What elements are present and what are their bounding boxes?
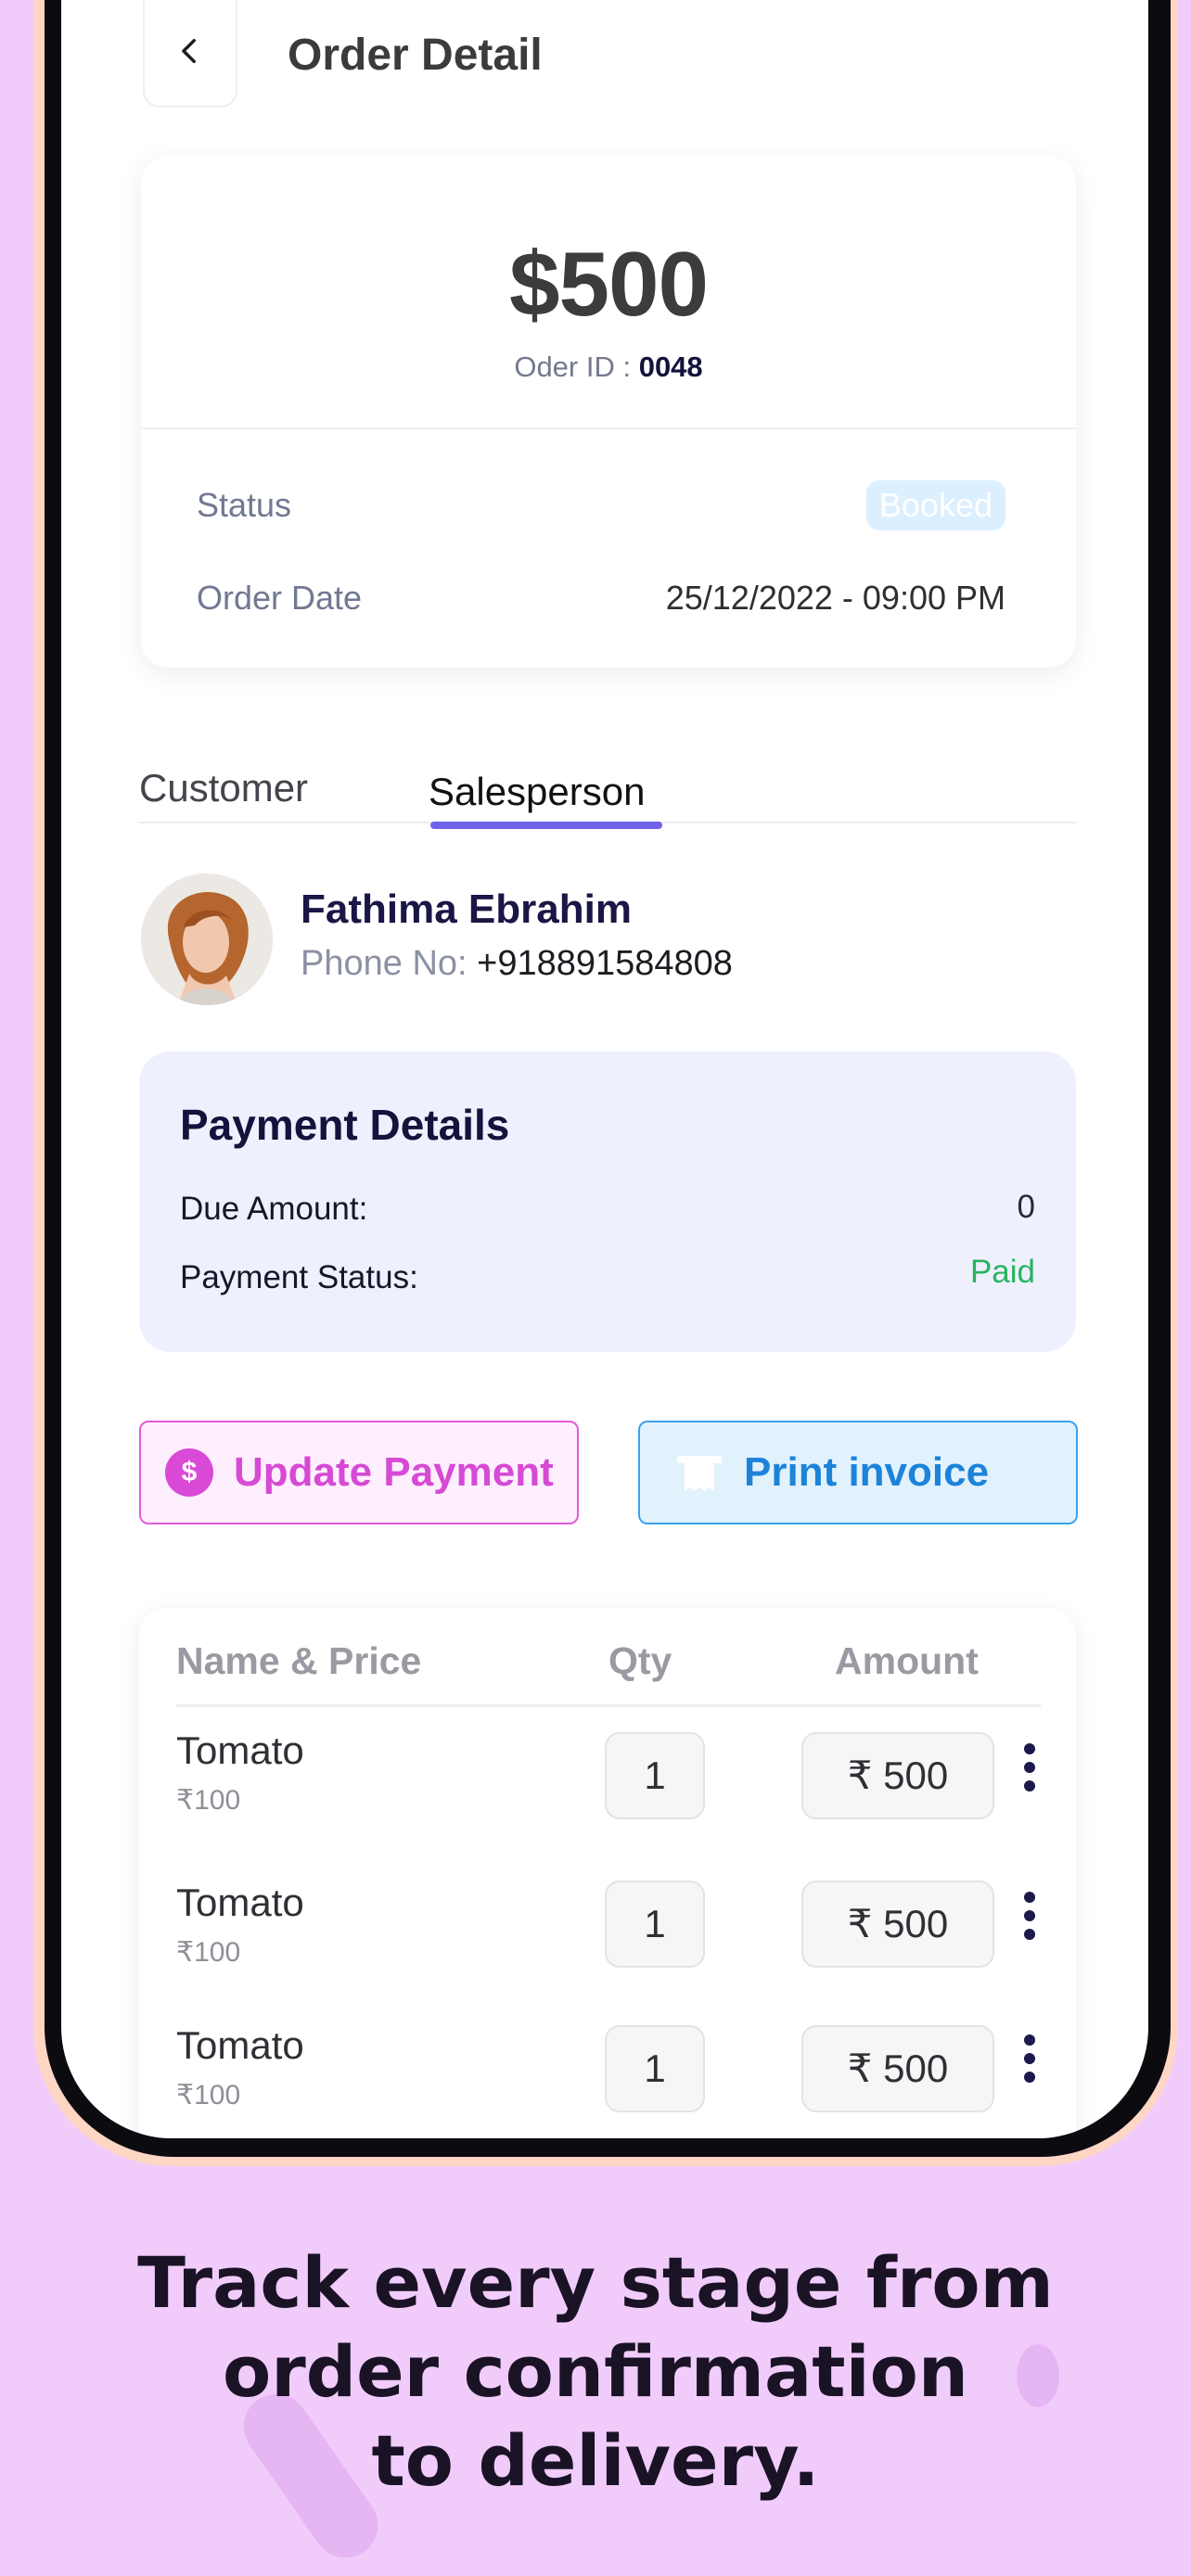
status-badge: Booked bbox=[865, 480, 1005, 530]
page-title: Order Detail bbox=[288, 31, 543, 80]
page: Order Detail $500 Oder ID : 0048 Status … bbox=[0, 0, 1191, 2576]
order-id-label: Oder ID : bbox=[514, 351, 639, 383]
tab-customer[interactable]: Customer bbox=[139, 766, 308, 810]
phone-screen: Order Detail $500 Oder ID : 0048 Status … bbox=[61, 0, 1148, 2138]
update-payment-button[interactable]: $ Update Payment bbox=[139, 1421, 579, 1524]
person-phone: Phone No: +918891584808 bbox=[301, 944, 733, 984]
payment-status-value: Paid bbox=[969, 1254, 1035, 1290]
receipt-icon bbox=[677, 1456, 722, 1491]
item-name: Tomato bbox=[176, 1728, 304, 1772]
print-invoice-label: Print invoice bbox=[744, 1449, 990, 1495]
print-invoice-button[interactable]: Print invoice bbox=[638, 1421, 1078, 1524]
payment-status-label: Payment Status: bbox=[180, 1259, 418, 1295]
phone-label: Phone No: bbox=[301, 944, 478, 983]
due-amount-label: Due Amount: bbox=[180, 1191, 368, 1227]
order-summary-card: $500 Oder ID : 0048 Status Booked Order … bbox=[141, 156, 1076, 668]
order-id: Oder ID : 0048 bbox=[141, 351, 1076, 384]
item-price: ₹100 bbox=[176, 2080, 241, 2111]
order-detail-screen: Order Detail $500 Oder ID : 0048 Status … bbox=[61, 0, 1148, 2138]
update-payment-label: Update Payment bbox=[234, 1449, 554, 1495]
order-id-value: 0048 bbox=[638, 351, 703, 383]
more-options-icon[interactable] bbox=[1018, 2034, 1041, 2094]
quantity-field[interactable]: 1 bbox=[605, 1732, 705, 1819]
headline-line-2: order confirmation bbox=[223, 2330, 968, 2413]
quantity-field[interactable]: 1 bbox=[605, 1881, 705, 1968]
order-amount: $500 bbox=[508, 233, 709, 335]
item-name: Tomato bbox=[176, 2023, 304, 2067]
more-options-icon[interactable] bbox=[1018, 1892, 1041, 1951]
amount-field[interactable]: ₹ 500 bbox=[801, 2025, 994, 2112]
item-name: Tomato bbox=[176, 1881, 304, 1924]
item-price: ₹100 bbox=[176, 1785, 241, 1816]
dollar-icon: $ bbox=[165, 1448, 213, 1497]
headline-line-1: Track every stage from bbox=[137, 2241, 1054, 2324]
order-date-label: Order Date bbox=[197, 579, 363, 617]
order-date-value: 25/12/2022 - 09:00 PM bbox=[665, 579, 1005, 617]
tab-salesperson[interactable]: Salesperson bbox=[429, 770, 645, 814]
person-portrait-icon bbox=[141, 874, 273, 1005]
table-header-divider bbox=[176, 1704, 1041, 1707]
column-header-amount: Amount bbox=[835, 1639, 979, 1682]
avatar bbox=[141, 874, 273, 1005]
due-amount-value: 0 bbox=[1017, 1189, 1035, 1225]
active-tab-indicator bbox=[430, 822, 662, 829]
divider bbox=[141, 427, 1076, 429]
amount-field[interactable]: ₹ 500 bbox=[801, 1732, 994, 1819]
person-name: Fathima Ebrahim bbox=[301, 886, 632, 932]
phone-value[interactable]: +918891584808 bbox=[477, 944, 733, 983]
headline-line-3: to delivery. bbox=[371, 2419, 820, 2502]
status-label: Status bbox=[197, 486, 292, 524]
payment-details-card: Payment Details Due Amount: 0 Payment St… bbox=[139, 1052, 1076, 1352]
item-price: ₹100 bbox=[176, 1937, 241, 1968]
back-button[interactable] bbox=[143, 0, 237, 108]
quantity-field[interactable]: 1 bbox=[605, 2025, 705, 2112]
payment-details-title: Payment Details bbox=[180, 1101, 510, 1149]
column-header-qty: Qty bbox=[608, 1639, 672, 1682]
amount-field[interactable]: ₹ 500 bbox=[801, 1881, 994, 1968]
column-header-name-price: Name & Price bbox=[176, 1639, 422, 1682]
chevron-left-icon bbox=[182, 38, 196, 64]
more-options-icon[interactable] bbox=[1018, 1743, 1041, 1803]
